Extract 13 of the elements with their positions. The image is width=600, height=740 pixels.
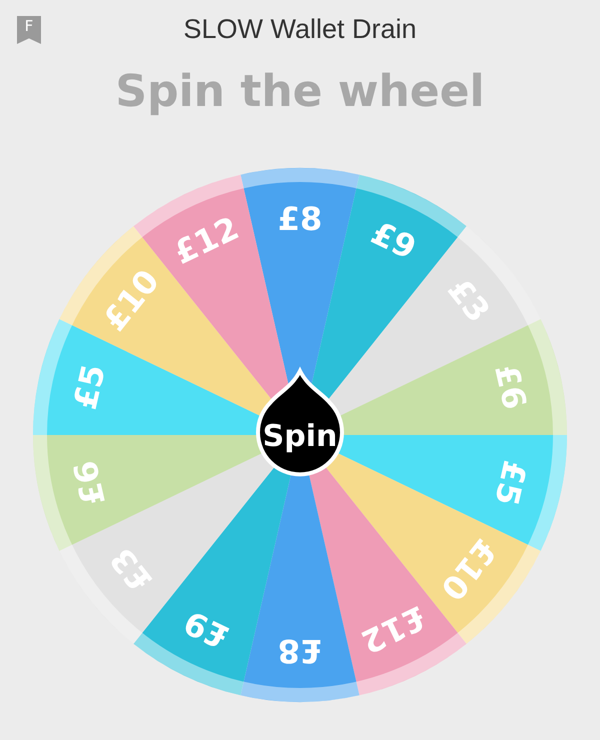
heading: Spin the wheel [115,66,485,118]
prize-label: £5 [66,361,113,413]
prize-label: £6 [66,457,113,509]
prize-label: £12 [355,598,432,662]
prize-label: £12 [168,208,245,272]
spin-button[interactable]: Spin [256,369,344,476]
prize-label: £9 [365,214,422,268]
page-title: SLOW Wallet Drain [183,12,417,46]
prize-label: £5 [487,457,534,509]
prize-label: £6 [487,361,534,413]
prize-label: £8 [278,632,322,670]
prize-label: £8 [278,200,322,238]
prize-label: £9 [178,602,235,656]
